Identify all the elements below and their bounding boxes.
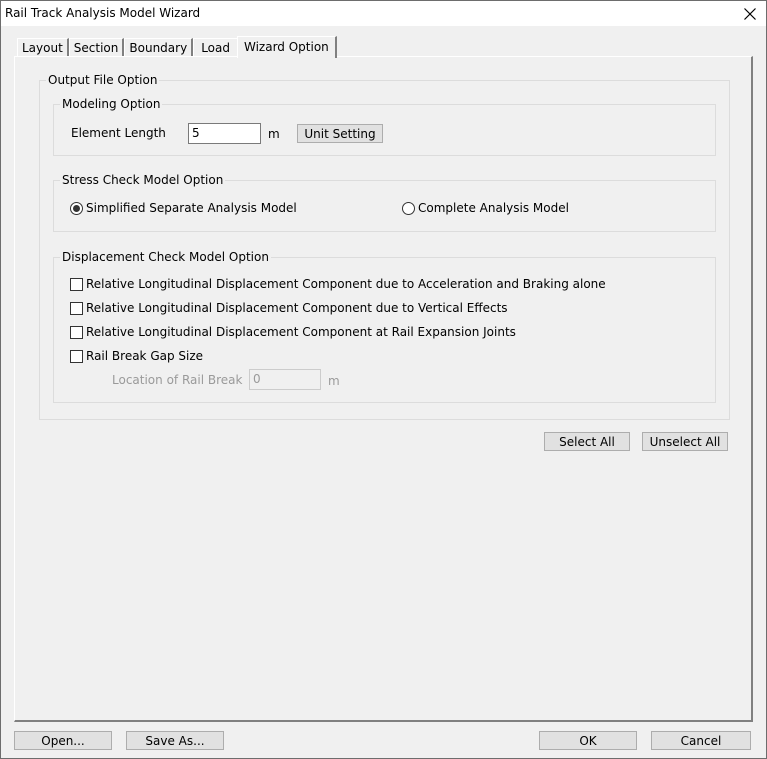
close-icon — [744, 7, 756, 20]
vertical-effects-checkbox[interactable] — [70, 302, 83, 315]
tab-panel-wizard-option: Output File Option Modeling Option Eleme… — [14, 56, 753, 722]
element-length-label: Element Length — [71, 126, 166, 140]
accel-braking-checkbox[interactable] — [70, 278, 83, 291]
tab-strip: Layout Section Boundary Load Wizard Opti… — [17, 35, 337, 58]
rail-break-location-input[interactable]: 0 — [249, 369, 321, 390]
vertical-effects-label[interactable]: Relative Longitudinal Displacement Compo… — [86, 301, 508, 315]
select-all-button[interactable]: Select All — [544, 432, 630, 451]
title-bar: Rail Track Analysis Model Wizard — [1, 1, 766, 26]
close-button[interactable] — [734, 1, 766, 26]
window-title: Rail Track Analysis Model Wizard — [5, 6, 201, 20]
tab-layout[interactable]: Layout — [17, 38, 69, 57]
dialog-window: Rail Track Analysis Model Wizard Layout … — [0, 0, 767, 759]
unit-setting-button[interactable]: Unit Setting — [297, 124, 383, 143]
tab-load[interactable]: Load — [193, 38, 237, 57]
output-file-option-title: Output File Option — [46, 73, 160, 87]
simplified-model-radio[interactable] — [70, 202, 83, 215]
unselect-all-button[interactable]: Unselect All — [642, 432, 728, 451]
simplified-model-label[interactable]: Simplified Separate Analysis Model — [86, 201, 297, 215]
output-file-option-group: Output File Option Modeling Option Eleme… — [39, 73, 730, 420]
complete-model-radio[interactable] — [402, 202, 415, 215]
element-length-unit: m — [268, 127, 280, 141]
save-as-button[interactable]: Save As... — [126, 731, 224, 750]
rail-break-gap-label[interactable]: Rail Break Gap Size — [86, 349, 203, 363]
stress-check-title: Stress Check Model Option — [60, 173, 226, 187]
tab-wizard-option[interactable]: Wizard Option — [236, 36, 337, 58]
element-length-input[interactable]: 5 — [188, 123, 261, 144]
cancel-button[interactable]: Cancel — [651, 731, 751, 750]
modeling-option-group: Modeling Option Element Length 5 m Unit … — [53, 97, 716, 156]
rail-break-location-unit: m — [328, 374, 340, 388]
rail-break-gap-checkbox[interactable] — [70, 350, 83, 363]
displacement-check-group: Displacement Check Model Option Relative… — [53, 250, 716, 403]
rail-break-location-label: Location of Rail Break — [112, 373, 243, 387]
displacement-check-title: Displacement Check Model Option — [60, 250, 271, 264]
stress-check-group: Stress Check Model Option Simplified Sep… — [53, 173, 716, 232]
tab-boundary[interactable]: Boundary — [124, 38, 194, 57]
tab-section[interactable]: Section — [68, 38, 125, 57]
open-button[interactable]: Open... — [14, 731, 112, 750]
modeling-option-title: Modeling Option — [60, 97, 163, 111]
expansion-joints-label[interactable]: Relative Longitudinal Displacement Compo… — [86, 325, 516, 339]
expansion-joints-checkbox[interactable] — [70, 326, 83, 339]
ok-button[interactable]: OK — [539, 731, 637, 750]
accel-braking-label[interactable]: Relative Longitudinal Displacement Compo… — [86, 277, 606, 291]
complete-model-label[interactable]: Complete Analysis Model — [418, 201, 569, 215]
